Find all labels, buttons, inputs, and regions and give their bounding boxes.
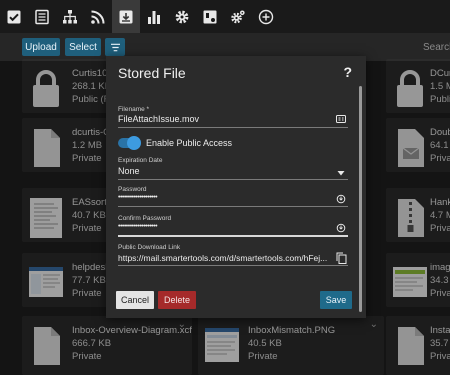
public-access-label: Enable Public Access [146, 138, 233, 148]
document-list-icon[interactable] [28, 0, 56, 33]
expiration-select[interactable]: None [118, 166, 140, 176]
password-generate-icon[interactable] [336, 223, 346, 233]
download-link-underline [118, 265, 348, 266]
filename-underline [118, 127, 348, 128]
settings-gears-icon[interactable] [224, 0, 252, 33]
search-box[interactable]: Search [420, 38, 450, 56]
rss-icon[interactable] [84, 0, 112, 33]
file-storage-app: Upload Select Search Curtis109268.1 KBPu… [0, 0, 450, 375]
select-button[interactable]: Select [65, 38, 101, 56]
expiration-underline [118, 179, 348, 180]
password-generate-icon[interactable] [336, 194, 346, 204]
confirm-password-label: Confirm Password [118, 215, 172, 222]
stored-file-dialog: Stored File ? Filename * FileAttachIssue… [106, 56, 366, 318]
sitemap-icon[interactable] [56, 0, 84, 33]
password-input[interactable]: •••••••••••••••••••• [118, 194, 158, 201]
password-label: Password [118, 186, 147, 193]
search-placeholder: Search [423, 41, 450, 53]
sort-button[interactable] [105, 38, 125, 56]
expiration-label: Expiration Date [118, 157, 163, 164]
save-button[interactable]: Save [320, 291, 352, 309]
upload-button[interactable]: Upload [22, 38, 60, 56]
id-card-icon[interactable] [336, 114, 346, 124]
filename-input[interactable]: FileAttachIssue.mov [118, 114, 199, 124]
delete-button[interactable]: Delete [158, 291, 196, 309]
plus-circle-icon[interactable] [252, 0, 280, 33]
toggle-knob [127, 136, 141, 150]
file-storage-icon[interactable] [112, 0, 140, 33]
download-link-label: Public Download Link [118, 244, 181, 251]
admin-settings-icon[interactable] [196, 0, 224, 33]
top-nav [0, 0, 450, 33]
cancel-button[interactable]: Cancel [116, 291, 154, 309]
public-access-toggle[interactable] [118, 136, 141, 150]
bar-chart-icon[interactable] [140, 0, 168, 33]
copy-icon[interactable] [336, 252, 347, 264]
filename-label: Filename * [118, 106, 150, 113]
confirm-password-underline [118, 235, 348, 237]
checkbox-icon[interactable] [0, 0, 28, 33]
sort-icon [110, 43, 120, 51]
dialog-title: Stored File [118, 65, 186, 81]
gear-icon[interactable] [168, 0, 196, 33]
confirm-password-input[interactable]: •••••••••••••••••••• [118, 223, 158, 230]
password-underline [118, 206, 348, 207]
help-button[interactable]: ? [343, 64, 352, 80]
dropdown-arrow-icon[interactable] [336, 168, 346, 178]
dialog-scrollbar[interactable] [359, 86, 362, 312]
download-link-field[interactable]: https://mail.smartertools.com/d/smartert… [118, 253, 330, 263]
